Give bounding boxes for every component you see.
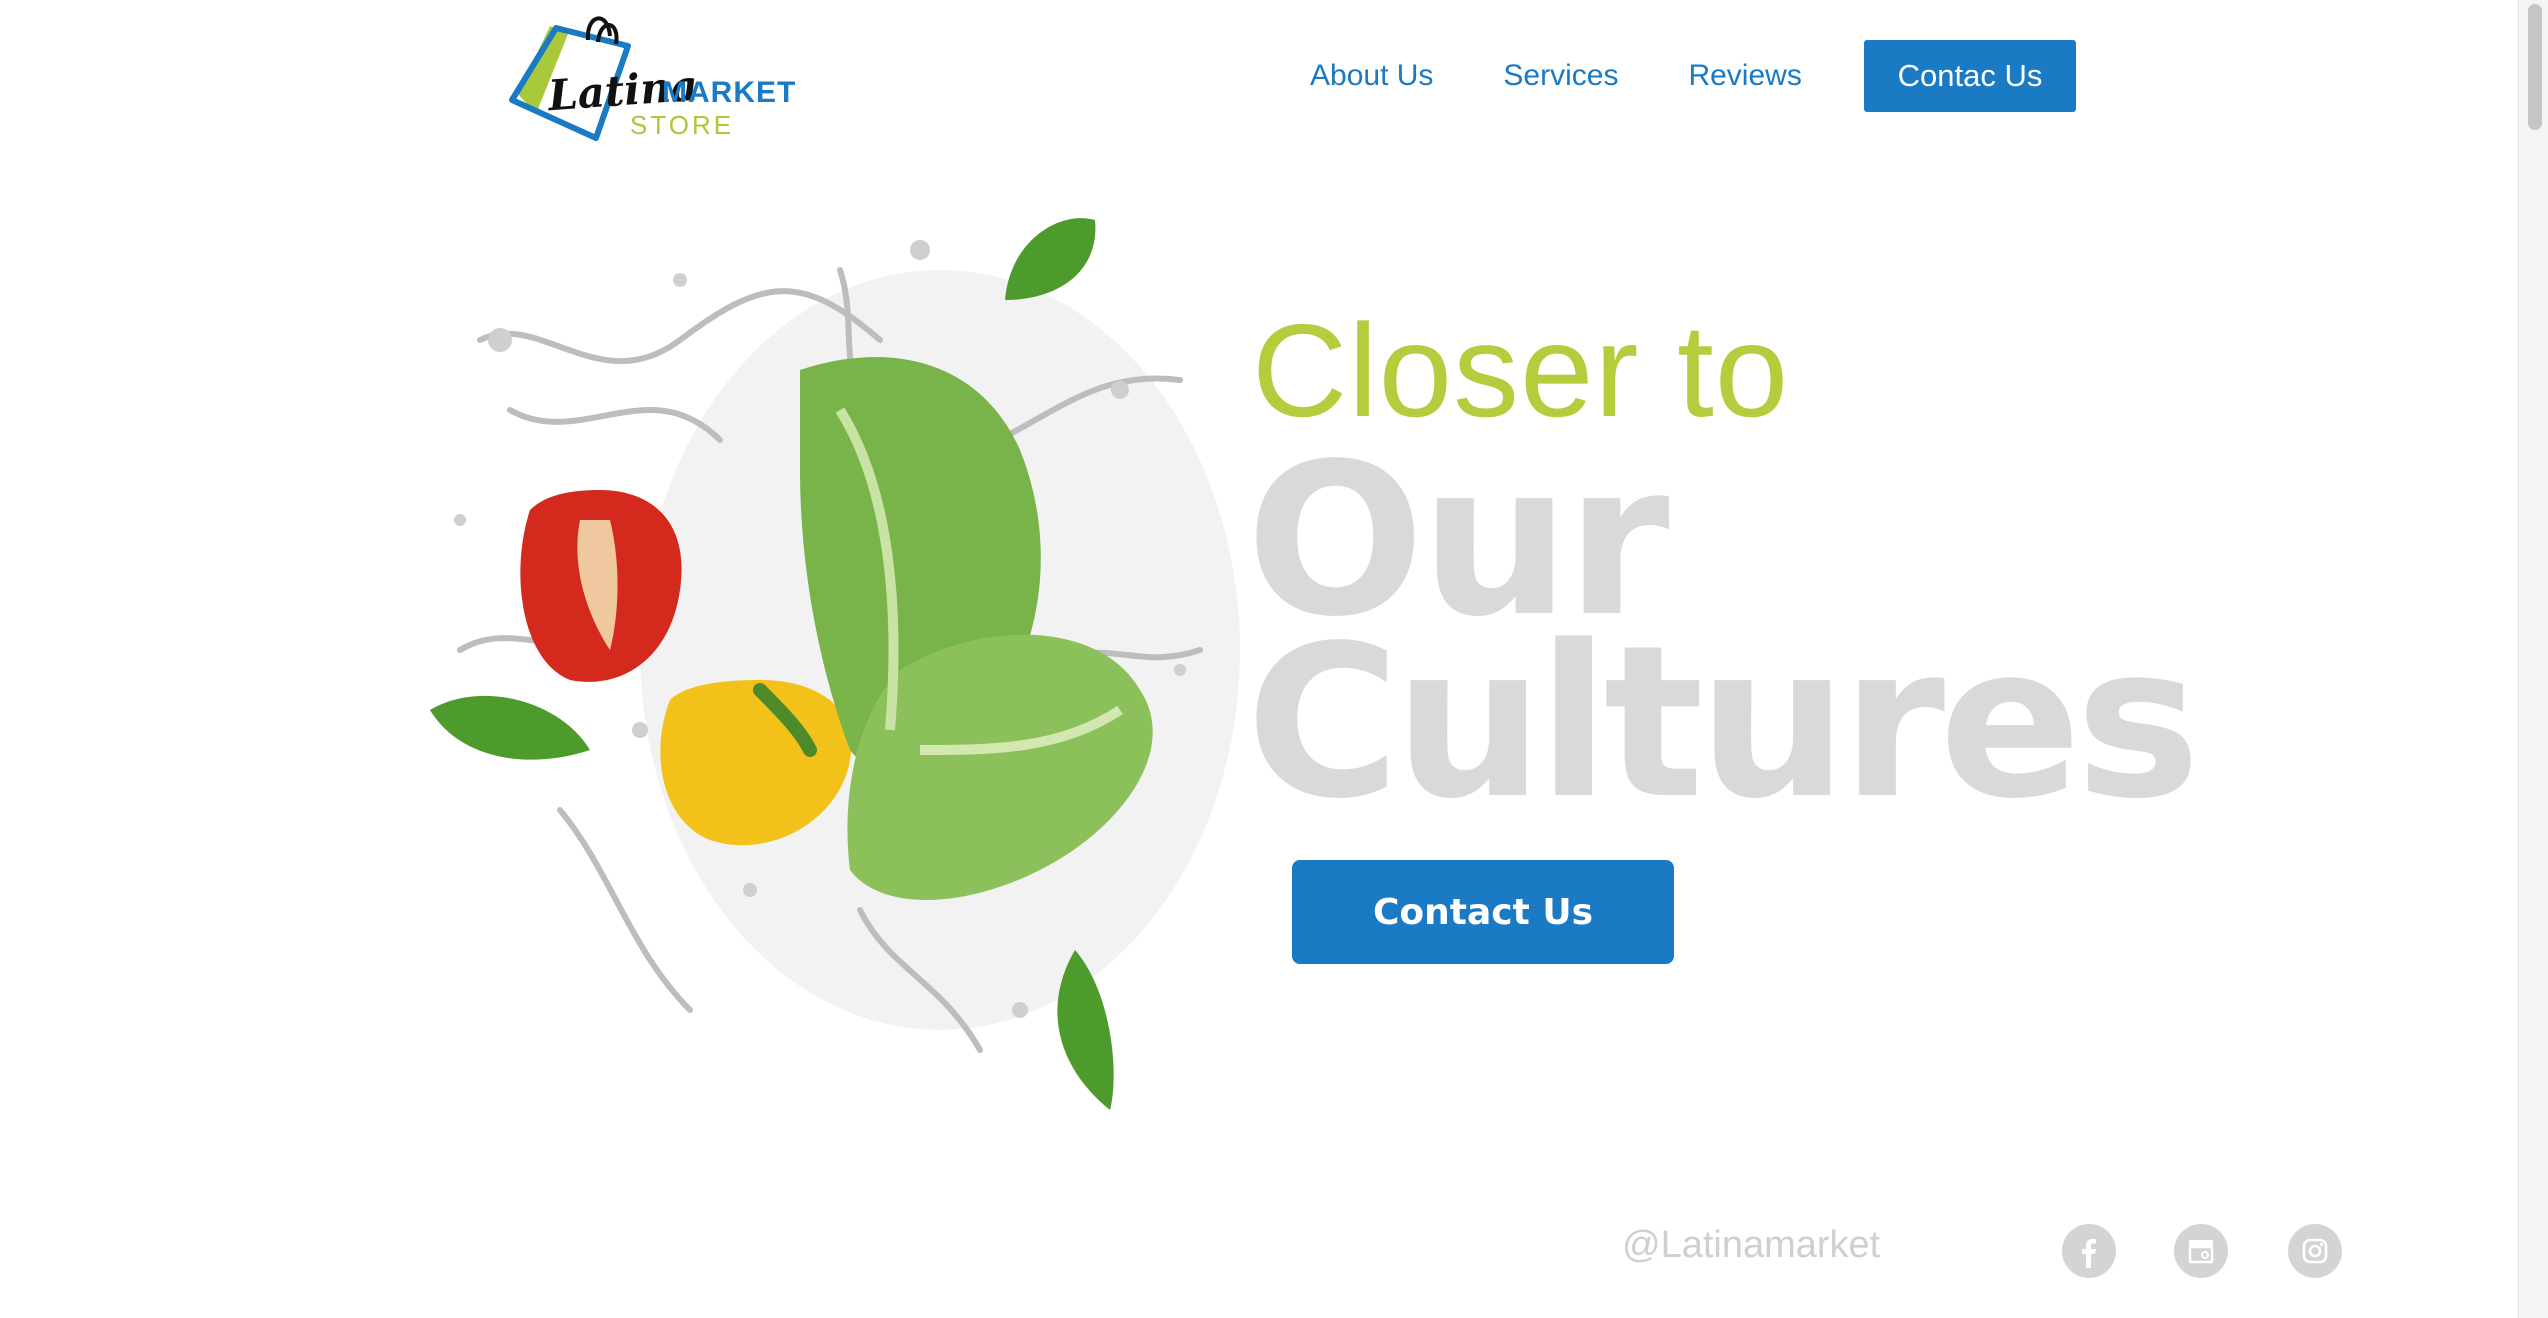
logo-store-text: STORE	[630, 110, 735, 140]
google-business-icon[interactable]	[2174, 1224, 2228, 1278]
site-logo[interactable]: Latina MARKET STORE	[498, 14, 798, 144]
main-nav: About Us Services Reviews	[1310, 40, 1872, 112]
logo-market-text: MARKET	[662, 76, 797, 109]
nav-link-reviews[interactable]: Reviews	[1688, 59, 1801, 93]
hero-headline-line-3: Cultures	[1246, 600, 2200, 845]
nav-link-services[interactable]: Services	[1503, 59, 1618, 93]
instagram-icon[interactable]	[2288, 1224, 2342, 1278]
facebook-icon[interactable]	[2062, 1224, 2116, 1278]
social-handle: @Latinamarket	[1622, 1224, 1881, 1266]
hero-vegetables-image	[420, 190, 1300, 1130]
page-scrollbar[interactable]	[2518, 0, 2548, 1318]
hero-contact-button[interactable]: Contact Us	[1292, 860, 1674, 964]
nav-link-about-us[interactable]: About Us	[1310, 59, 1433, 93]
nav-contact-button[interactable]: Contac Us	[1864, 40, 2076, 112]
scrollbar-thumb[interactable]	[2528, 4, 2542, 130]
